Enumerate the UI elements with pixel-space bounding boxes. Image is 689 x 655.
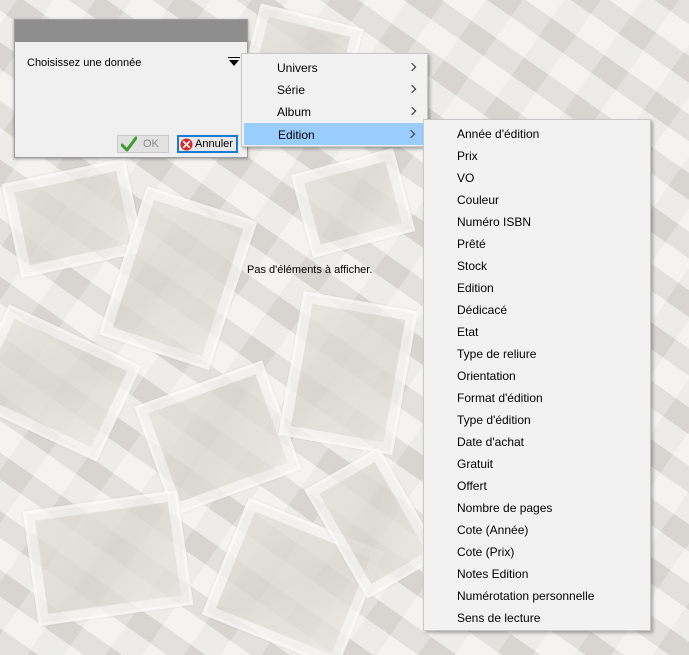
menu-item-label: Série [277,83,306,97]
submenu-item[interactable]: Cote (Année) [424,519,650,541]
menu-item-serie[interactable]: Série [244,79,425,101]
submenu-item[interactable]: Date d'achat [424,431,650,453]
menu-item-univers[interactable]: Univers [244,57,425,79]
cancel-icon [180,137,193,151]
ok-button[interactable]: OK [117,135,169,153]
submenu-item[interactable]: Orientation [424,365,650,387]
submenu-item[interactable]: Cote (Prix) [424,541,650,563]
cancel-button[interactable]: Annuler [177,135,238,153]
submenu-item[interactable]: Stock [424,255,650,277]
submenu-item[interactable]: Dédicacé [424,299,650,321]
chevron-right-icon [406,129,416,139]
chevron-right-icon [407,62,417,72]
menu-item-album[interactable]: Album [244,101,425,123]
submenu-item[interactable]: Prix [424,145,650,167]
submenu-item[interactable]: VO [424,167,650,189]
submenu-item[interactable]: Type de reliure [424,343,650,365]
submenu-item[interactable]: Format d'édition [424,387,650,409]
edition-submenu: Année d'édition Prix VO Couleur Numéro I… [423,119,651,631]
check-icon [121,136,137,152]
menu-item-label: Edition [278,128,315,142]
cancel-label: Annuler [195,138,233,150]
data-combobox[interactable]: Choisissez une donnée [27,57,240,73]
submenu-item[interactable]: Prêté [424,233,650,255]
dialog-titlebar[interactable] [15,20,247,42]
empty-list-message: Pas d'éléments à afficher. [247,264,373,276]
submenu-item[interactable]: Nombre de pages [424,497,650,519]
combo-placeholder: Choisissez une donnée [27,57,142,69]
submenu-item[interactable]: Gratuit [424,453,650,475]
dropdown-arrow-icon[interactable] [228,57,240,66]
menu-item-label: Univers [277,61,318,75]
choose-data-dialog: Choisissez une donnée OK Annuler [14,19,248,158]
submenu-item[interactable]: Type d'édition [424,409,650,431]
ok-label: OK [143,138,159,150]
submenu-item[interactable]: Offert [424,475,650,497]
submenu-item[interactable]: Etat [424,321,650,343]
submenu-item[interactable]: Année d'édition [424,123,650,145]
submenu-item[interactable]: Numéro ISBN [424,211,650,233]
background-photo [22,489,194,627]
submenu-item[interactable]: Edition [424,277,650,299]
chevron-right-icon [407,106,417,116]
submenu-item[interactable]: Notes Edition [424,563,650,585]
submenu-item[interactable]: Sens de lecture [424,607,650,629]
menu-item-label: Album [277,105,312,119]
background-photo [290,147,416,259]
category-menu: Univers Série Album Edition [241,53,428,147]
chevron-right-icon [407,84,417,94]
submenu-item[interactable]: Numérotation personnelle [424,585,650,607]
menu-item-edition[interactable]: Edition [244,123,425,145]
submenu-item[interactable]: Couleur [424,189,650,211]
background-photo [278,291,418,455]
